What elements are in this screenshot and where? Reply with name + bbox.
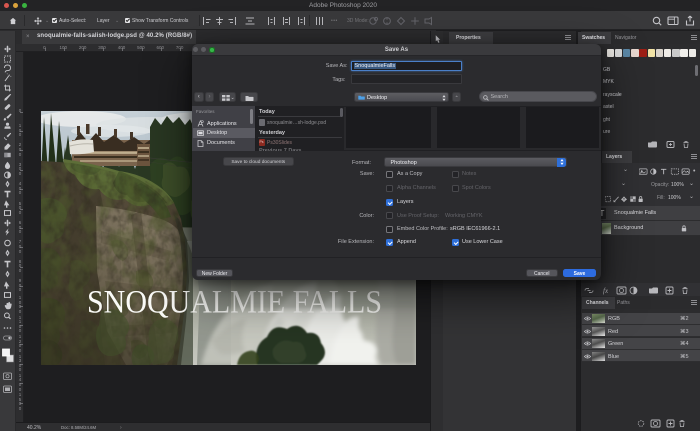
svg-text:SNOQUALMIE FALLS: SNOQUALMIE FALLS — [87, 284, 382, 320]
svg-text:fx: fx — [603, 287, 609, 295]
